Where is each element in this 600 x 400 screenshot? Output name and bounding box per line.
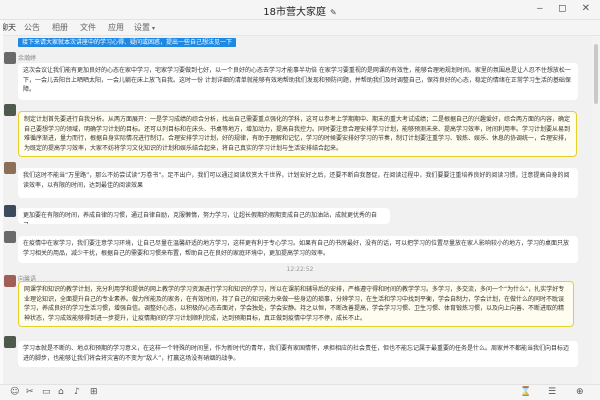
tab-settings-label: 设置 (134, 23, 150, 32)
tab-files[interactable]: 文件 (80, 22, 96, 33)
avatar[interactable] (4, 231, 16, 243)
sender-name: 余瀚婷 (18, 55, 37, 62)
emoji-icon[interactable]: ☺ (10, 387, 19, 397)
left-edge (0, 20, 3, 384)
message-bubble: 更加要在有限的时间，养成自律的习惯，通过自律自励，克服懒惰，努力学习，让超长假期… (18, 208, 390, 224)
avatar[interactable] (4, 275, 16, 287)
tab-bar: 聊天 公告 相册 文件 应用 设置 ▾ (0, 20, 600, 36)
screenshot-icon[interactable]: ✂ (26, 387, 34, 397)
message-bubble: 在疫情中在家学习，我们要注意学习环境，让自己尽量在温馨舒适的地方学习，这样更有利… (18, 236, 578, 263)
voice-icon[interactable]: ♪ (74, 387, 80, 397)
window-title: 18市营大家庭 ✎ (0, 3, 600, 18)
window-controls[interactable]: ‒ ◻ ✕ (537, 3, 596, 14)
file-icon[interactable]: ▭ (42, 387, 51, 397)
avatar[interactable] (4, 205, 16, 217)
image-icon[interactable]: ⌂ (58, 387, 64, 397)
avatar[interactable] (4, 336, 16, 348)
chevron-down-icon: ▾ (152, 25, 156, 32)
history-icon[interactable]: ⌛ (520, 387, 531, 397)
chat-scrollbar[interactable] (592, 36, 600, 384)
tab-apps[interactable]: 应用 (108, 22, 124, 33)
more-apps-icon[interactable]: ⊞ (90, 387, 98, 397)
title-bar: 18市营大家庭 ✎ ‒ ◻ ✕ (0, 0, 600, 20)
message-bubble: 这次会议让我们能有更加良好的心态在家中学习，宅家学习要做到七好，以一个良好的心态… (18, 63, 578, 100)
message-bubble-highlighted: 网课学和知识的教学计划，充分利用学和提供的网上教学的学习资源进行学习和知识的学习… (18, 281, 574, 327)
tab-notice[interactable]: 公告 (24, 22, 40, 33)
scrollbar-thumb[interactable] (594, 44, 598, 104)
group-name: 18市营大家庭 (263, 7, 327, 18)
tab-settings[interactable]: 设置 ▾ (134, 22, 155, 33)
message-bubble: 学习本就是不断的、地点和预期的学习意义，在这样一个特殊的时间里，作为新时代的青年… (18, 341, 578, 367)
avatar[interactable] (4, 162, 16, 174)
add-icon[interactable]: ⊕ (576, 387, 584, 397)
timestamp: 12:22:52 (286, 266, 314, 273)
menu-icon[interactable]: ☰ (548, 387, 556, 397)
announcement-banner[interactable]: 接下来请大家就本次讲座中的学习心得、疑问或困惑，提出一些自己想法见一下 (18, 38, 237, 47)
message-bubble: 我们这时不能当“万里路”，那么不妨尝试读“万卷书”。足不出户，我们可以通过阅读欣… (18, 168, 578, 198)
message-bubble-highlighted: 制定计划首先要进行自我分析。从两方面展开：一是学习成绩的综合分析，找出自己需要重… (18, 111, 577, 157)
input-toolbar: ☺ ✂ ▭ ⌂ ♪ ⊞ ⌛ ☰ ⊕ (0, 384, 600, 400)
avatar[interactable] (4, 52, 16, 64)
edit-icon[interactable]: ✎ (330, 8, 337, 17)
tab-album[interactable]: 相册 (52, 22, 68, 33)
avatar[interactable] (4, 104, 16, 116)
